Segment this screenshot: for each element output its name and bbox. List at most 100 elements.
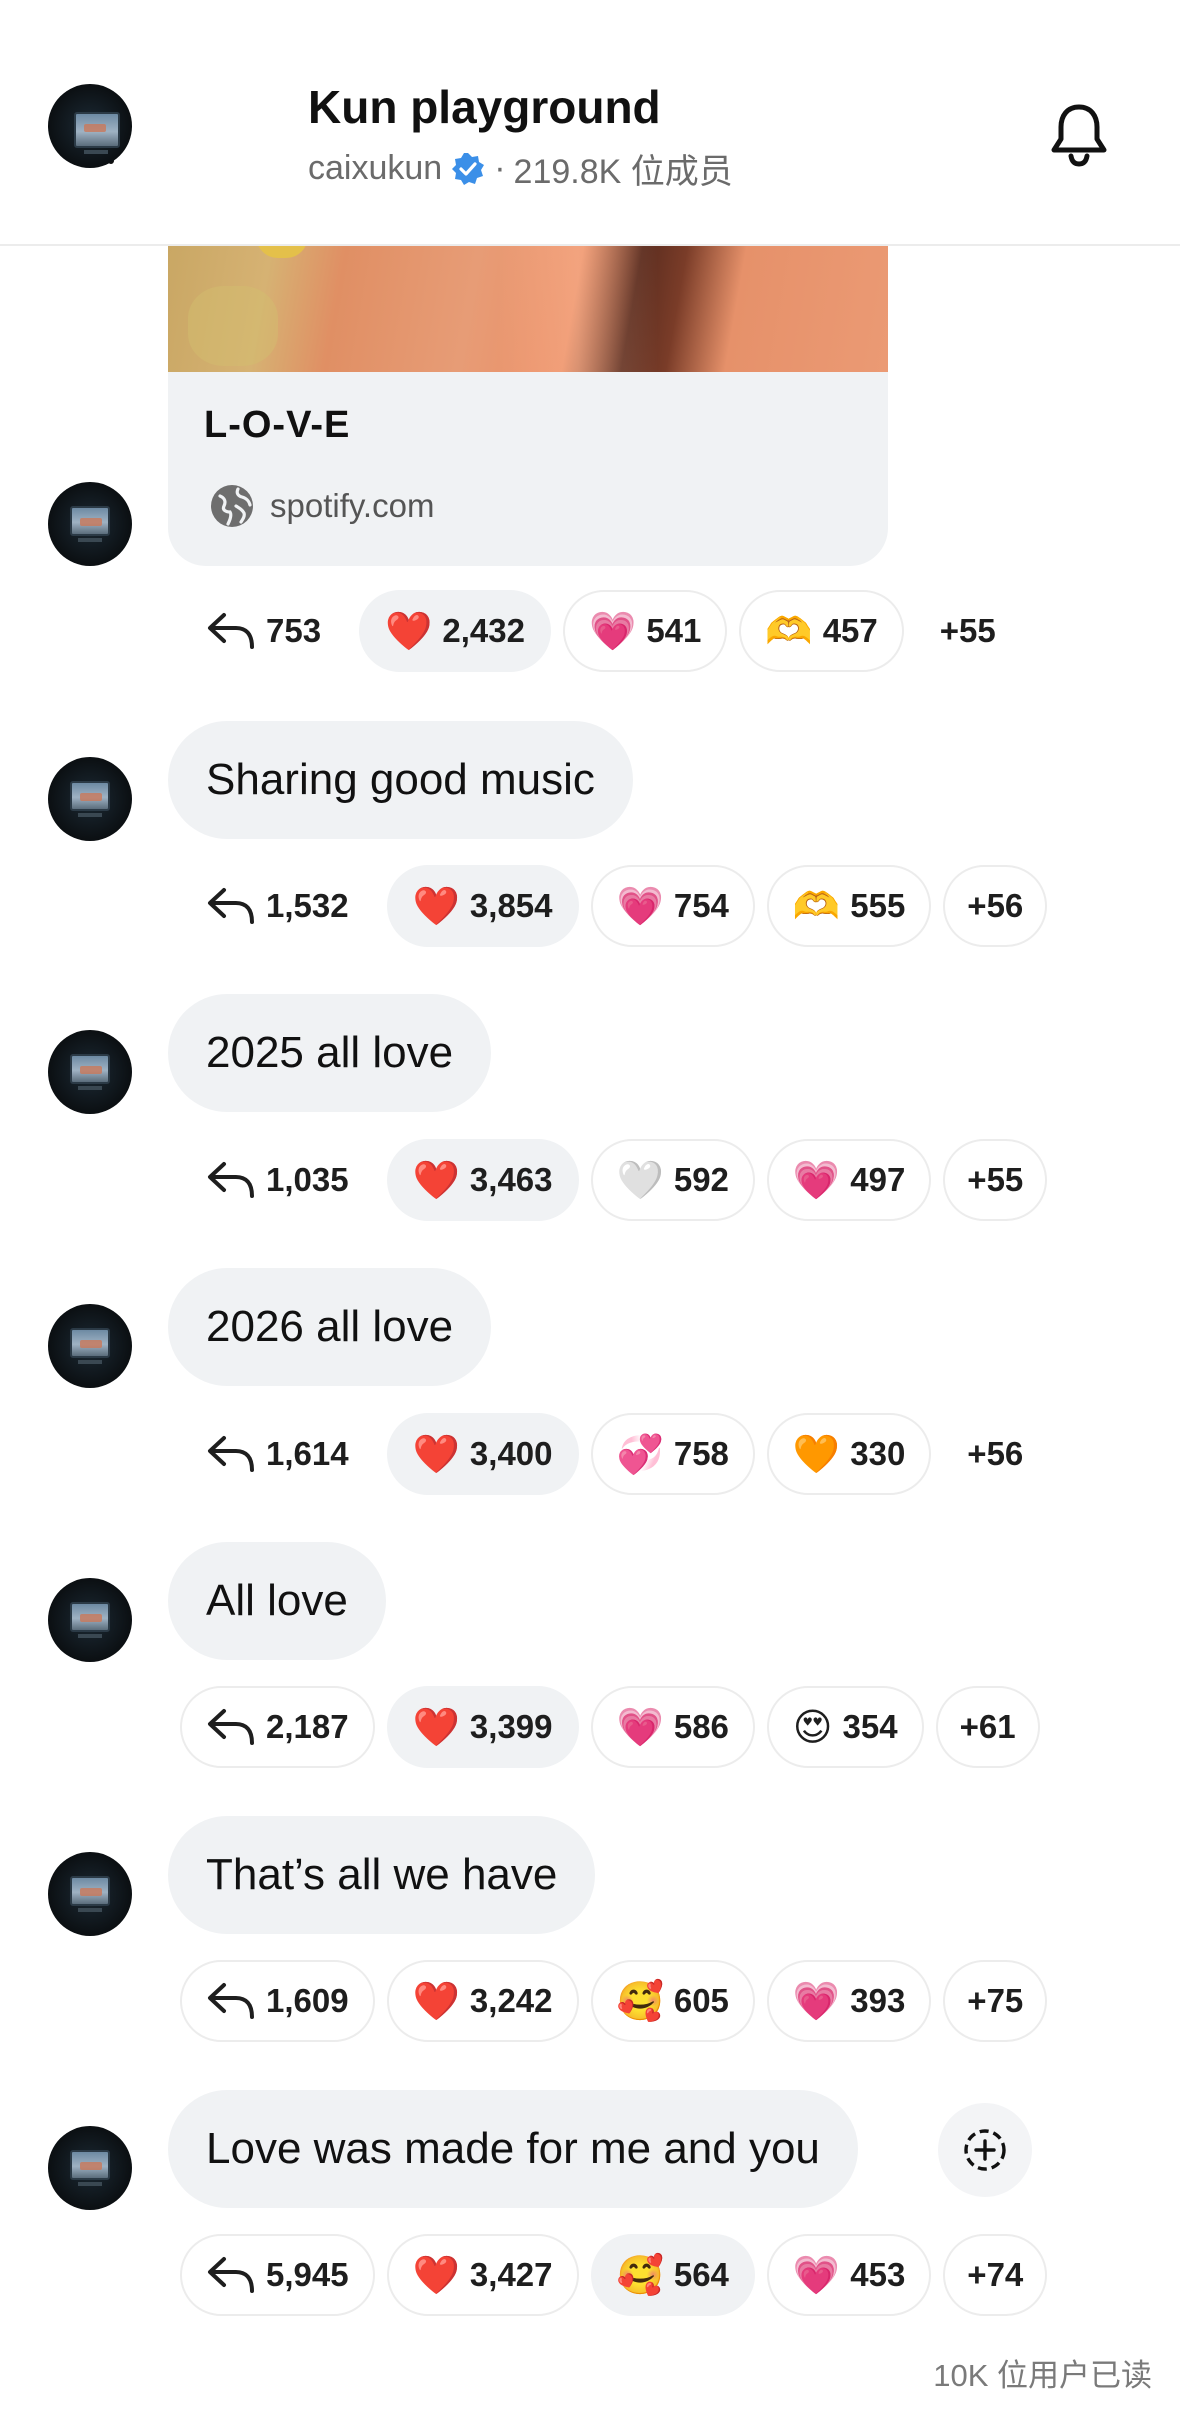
reply-count: 753 — [266, 612, 322, 649]
reaction-count: 3,242 — [469, 1982, 553, 2019]
reply-count: 1,614 — [266, 1435, 349, 1472]
link-preview-domain: spotify.com — [208, 482, 434, 530]
red-heart-emoji: ❤️ — [412, 1979, 460, 2023]
globe-icon — [211, 485, 253, 527]
pink-heart-emoji: 💗 — [616, 1705, 664, 1749]
red-heart-emoji: ❤️ — [412, 2253, 460, 2297]
channel-subtitle: caixukun · 219.8K 位成员 — [308, 144, 733, 193]
add-reaction-button[interactable] — [938, 2103, 1032, 2197]
heart-eyes-emoji: 😍 — [792, 1705, 833, 1749]
reaction-pink-heart[interactable]: 💗 586 — [590, 1686, 755, 1768]
more-reactions-button[interactable]: +55 — [943, 1139, 1048, 1221]
reaction-pink-heart[interactable]: 💗 541 — [562, 590, 728, 672]
smiling-face-with-hearts-emoji: 🥰 — [616, 2253, 664, 2297]
channel-title[interactable]: Kun playground — [308, 80, 661, 134]
reaction-orange-heart[interactable]: 🧡 330 — [766, 1413, 932, 1495]
reaction-count: 555 — [850, 887, 906, 924]
reaction-row: 5,945 ❤️ 3,427 🥰 564 💗 453 +74 — [180, 2234, 1048, 2316]
more-reactions-button[interactable]: +75 — [943, 1960, 1048, 2042]
sender-avatar[interactable] — [48, 2126, 132, 2210]
channel-header: Kun playground caixukun · 219.8K 位成员 — [0, 0, 1180, 246]
reaction-smiling-hearts[interactable]: 🥰 605 — [590, 1960, 755, 2042]
link-preview-card[interactable]: L-O-V-E spotify.com — [168, 246, 888, 566]
channel-avatar[interactable] — [48, 84, 132, 168]
reaction-count: 592 — [673, 1161, 729, 1198]
reaction-row: 753 ❤️ 2,432 💗 541 🫶 457 +55 — [180, 590, 1020, 672]
reaction-pink-heart[interactable]: 💗 754 — [590, 865, 755, 947]
link-domain-text: spotify.com — [270, 487, 435, 524]
reaction-white-heart[interactable]: 🤍 592 — [590, 1139, 755, 1221]
message-bubble[interactable]: All love — [168, 1542, 386, 1660]
reply-arrow-icon — [208, 1709, 254, 1745]
reaction-row: 1,609 ❤️ 3,242 🥰 605 💗 393 +75 — [180, 1960, 1048, 2042]
reaction-pink-heart[interactable]: 💗 453 — [766, 2234, 932, 2316]
reaction-heart[interactable]: ❤️ 3,399 — [386, 1686, 579, 1768]
reaction-pink-heart[interactable]: 💗 497 — [766, 1139, 932, 1221]
reply-count-button[interactable]: 2,187 — [180, 1686, 375, 1768]
reaction-count: 354 — [842, 1708, 898, 1745]
reaction-two-hearts[interactable]: 💞 758 — [590, 1413, 755, 1495]
bell-icon — [1051, 104, 1107, 167]
sender-avatar[interactable] — [48, 1030, 132, 1114]
reaction-smiling-hearts[interactable]: 🥰 564 — [590, 2234, 755, 2316]
reaction-row: 2,187 ❤️ 3,399 💗 586 😍 354 +61 — [180, 1686, 1040, 1768]
reaction-heart-hands[interactable]: 🫶 457 — [739, 590, 904, 672]
more-reactions-button[interactable]: +56 — [943, 865, 1048, 947]
reply-arrow-icon — [208, 888, 254, 924]
orange-heart-emoji: 🧡 — [792, 1432, 841, 1476]
reply-count-button[interactable]: 5,945 — [180, 2234, 375, 2316]
message-bubble[interactable]: Sharing good music — [168, 721, 633, 839]
message-bubble[interactable]: Love was made for me and you — [168, 2090, 858, 2208]
message-bubble[interactable]: That’s all we have — [168, 1816, 596, 1934]
message-bubble[interactable]: 2026 all love — [168, 1268, 492, 1386]
reply-count-button[interactable]: 1,614 — [180, 1413, 375, 1495]
reaction-heart[interactable]: ❤️ 2,432 — [359, 590, 551, 672]
link-preview-title: L-O-V-E — [204, 404, 351, 446]
reaction-heart[interactable]: ❤️ 3,242 — [386, 1960, 579, 2042]
reaction-count: 2,432 — [442, 612, 525, 649]
red-heart-emoji: ❤️ — [412, 1158, 460, 1202]
sender-avatar[interactable] — [48, 757, 132, 841]
reaction-pink-heart[interactable]: 💗 393 — [766, 1960, 932, 2042]
more-reactions-button[interactable]: +55 — [915, 590, 1020, 672]
reaction-heart[interactable]: ❤️ 3,427 — [386, 2234, 579, 2316]
creator-name[interactable]: caixukun — [308, 149, 442, 188]
sender-avatar[interactable] — [48, 1304, 132, 1388]
reaction-count: 3,854 — [469, 887, 553, 924]
reaction-heart[interactable]: ❤️ 3,463 — [386, 1139, 579, 1221]
reaction-heart[interactable]: ❤️ 3,400 — [386, 1413, 579, 1495]
pink-heart-emoji: 💗 — [588, 609, 637, 653]
red-heart-emoji: ❤️ — [412, 1705, 460, 1749]
reply-count-button[interactable]: 753 — [180, 590, 348, 672]
verified-badge-icon — [452, 152, 485, 185]
red-heart-emoji: ❤️ — [412, 884, 460, 928]
pink-heart-emoji: 💗 — [616, 884, 664, 928]
reply-count: 1,532 — [266, 887, 349, 924]
reaction-count: 605 — [673, 1982, 729, 2019]
reaction-row: 1,614 ❤️ 3,400 💞 758 🧡 330 +56 — [180, 1413, 1048, 1495]
reaction-heart[interactable]: ❤️ 3,854 — [386, 865, 579, 947]
link-preview-image — [168, 246, 888, 372]
reaction-count: 3,399 — [469, 1708, 553, 1745]
reply-count: 1,035 — [266, 1161, 349, 1198]
reaction-count: 330 — [850, 1435, 906, 1472]
more-reactions-button[interactable]: +56 — [943, 1413, 1048, 1495]
heart-hands-emoji: 🫶 — [792, 884, 841, 928]
reply-count-button[interactable]: 1,532 — [180, 865, 375, 947]
more-reactions-button[interactable]: +61 — [935, 1686, 1040, 1768]
reaction-heart-hands[interactable]: 🫶 555 — [766, 865, 932, 947]
sender-avatar[interactable] — [48, 482, 132, 566]
reply-count-button[interactable]: 1,035 — [180, 1139, 375, 1221]
more-reactions-button[interactable]: +74 — [943, 2234, 1048, 2316]
sender-avatar[interactable] — [48, 1852, 132, 1936]
reply-count: 1,609 — [266, 1982, 349, 2019]
reaction-heart-eyes[interactable]: 😍 354 — [766, 1686, 924, 1768]
sender-avatar[interactable] — [48, 1578, 132, 1662]
message-bubble[interactable]: 2025 all love — [168, 994, 492, 1112]
reaction-count: 586 — [673, 1708, 729, 1745]
reaction-count: 3,427 — [469, 2256, 553, 2293]
reaction-row: 1,035 ❤️ 3,463 🤍 592 💗 497 +55 — [180, 1139, 1048, 1221]
reply-count-button[interactable]: 1,609 — [180, 1960, 375, 2042]
notifications-button[interactable] — [1042, 96, 1116, 174]
reaction-count: 457 — [822, 612, 878, 649]
